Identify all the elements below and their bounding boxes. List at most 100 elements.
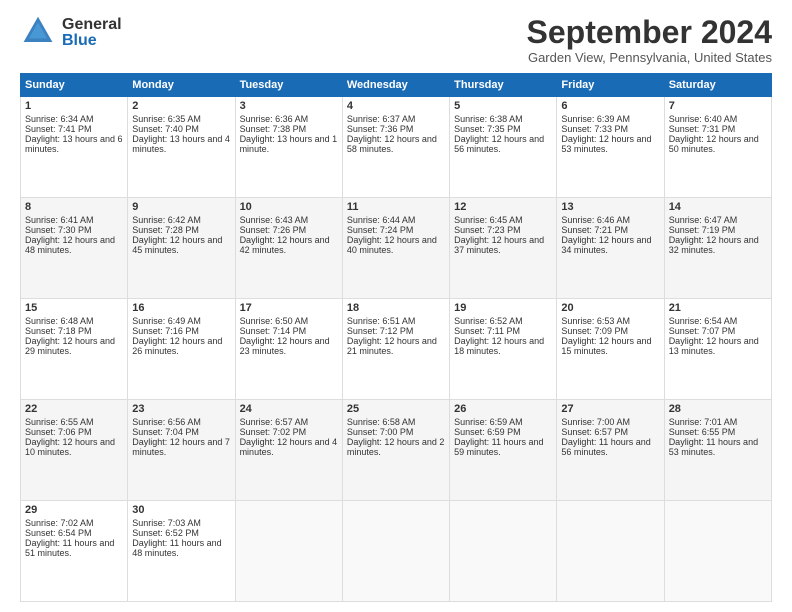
sunrise: Sunrise: 6:38 AM xyxy=(454,114,523,124)
daylight: Daylight: 12 hours and 56 minutes. xyxy=(454,134,544,154)
sunset: Sunset: 7:40 PM xyxy=(132,124,199,134)
sunrise: Sunrise: 6:56 AM xyxy=(132,417,201,427)
col-sunday: Sunday xyxy=(21,74,128,97)
daylight: Daylight: 12 hours and 48 minutes. xyxy=(25,235,115,255)
day-number: 11 xyxy=(347,201,445,213)
daylight: Daylight: 12 hours and 53 minutes. xyxy=(561,134,651,154)
sunset: Sunset: 7:36 PM xyxy=(347,124,414,134)
sunset: Sunset: 6:54 PM xyxy=(25,528,92,538)
day-number: 13 xyxy=(561,201,659,213)
logo-icon xyxy=(20,15,56,51)
sunset: Sunset: 7:26 PM xyxy=(240,225,307,235)
table-row: 14Sunrise: 6:47 AMSunset: 7:19 PMDayligh… xyxy=(664,198,771,299)
sunrise: Sunrise: 7:03 AM xyxy=(132,518,201,528)
table-row: 30Sunrise: 7:03 AMSunset: 6:52 PMDayligh… xyxy=(128,501,235,602)
sunset: Sunset: 7:04 PM xyxy=(132,427,199,437)
calendar-week-row: 8Sunrise: 6:41 AMSunset: 7:30 PMDaylight… xyxy=(21,198,772,299)
sunset: Sunset: 7:23 PM xyxy=(454,225,521,235)
table-row: 3Sunrise: 6:36 AMSunset: 7:38 PMDaylight… xyxy=(235,97,342,198)
sunset: Sunset: 7:18 PM xyxy=(25,326,92,336)
table-row: 25Sunrise: 6:58 AMSunset: 7:00 PMDayligh… xyxy=(342,400,449,501)
col-monday: Monday xyxy=(128,74,235,97)
col-thursday: Thursday xyxy=(450,74,557,97)
col-saturday: Saturday xyxy=(664,74,771,97)
sunset: Sunset: 7:41 PM xyxy=(25,124,92,134)
daylight: Daylight: 12 hours and 37 minutes. xyxy=(454,235,544,255)
logo-text: General Blue xyxy=(62,17,122,49)
daylight: Daylight: 12 hours and 26 minutes. xyxy=(132,336,222,356)
sunrise: Sunrise: 6:43 AM xyxy=(240,215,309,225)
sunrise: Sunrise: 6:34 AM xyxy=(25,114,94,124)
table-row: 10Sunrise: 6:43 AMSunset: 7:26 PMDayligh… xyxy=(235,198,342,299)
table-row: 17Sunrise: 6:50 AMSunset: 7:14 PMDayligh… xyxy=(235,299,342,400)
day-number: 8 xyxy=(25,201,123,213)
daylight: Daylight: 12 hours and 15 minutes. xyxy=(561,336,651,356)
daylight: Daylight: 12 hours and 7 minutes. xyxy=(132,437,230,457)
sunset: Sunset: 7:38 PM xyxy=(240,124,307,134)
sunrise: Sunrise: 6:49 AM xyxy=(132,316,201,326)
daylight: Daylight: 11 hours and 51 minutes. xyxy=(25,538,114,558)
day-number: 19 xyxy=(454,302,552,314)
table-row: 27Sunrise: 7:00 AMSunset: 6:57 PMDayligh… xyxy=(557,400,664,501)
calendar-week-row: 22Sunrise: 6:55 AMSunset: 7:06 PMDayligh… xyxy=(21,400,772,501)
sunset: Sunset: 7:16 PM xyxy=(132,326,199,336)
col-friday: Friday xyxy=(557,74,664,97)
sunset: Sunset: 7:06 PM xyxy=(25,427,92,437)
daylight: Daylight: 11 hours and 56 minutes. xyxy=(561,437,650,457)
table-row: 6Sunrise: 6:39 AMSunset: 7:33 PMDaylight… xyxy=(557,97,664,198)
sunrise: Sunrise: 6:48 AM xyxy=(25,316,94,326)
daylight: Daylight: 11 hours and 48 minutes. xyxy=(132,538,221,558)
sunrise: Sunrise: 6:52 AM xyxy=(454,316,523,326)
table-row: 23Sunrise: 6:56 AMSunset: 7:04 PMDayligh… xyxy=(128,400,235,501)
sunset: Sunset: 7:02 PM xyxy=(240,427,307,437)
daylight: Daylight: 12 hours and 4 minutes. xyxy=(240,437,338,457)
sunset: Sunset: 7:11 PM xyxy=(454,326,520,336)
sunset: Sunset: 7:14 PM xyxy=(240,326,307,336)
day-number: 12 xyxy=(454,201,552,213)
sunrise: Sunrise: 6:37 AM xyxy=(347,114,416,124)
sunset: Sunset: 6:59 PM xyxy=(454,427,521,437)
day-number: 10 xyxy=(240,201,338,213)
day-number: 15 xyxy=(25,302,123,314)
day-number: 20 xyxy=(561,302,659,314)
daylight: Daylight: 13 hours and 4 minutes. xyxy=(132,134,230,154)
daylight: Daylight: 11 hours and 53 minutes. xyxy=(669,437,758,457)
sunset: Sunset: 6:55 PM xyxy=(669,427,736,437)
daylight: Daylight: 12 hours and 29 minutes. xyxy=(25,336,115,356)
sunset: Sunset: 7:00 PM xyxy=(347,427,414,437)
title-block: September 2024 Garden View, Pennsylvania… xyxy=(527,15,772,65)
day-number: 6 xyxy=(561,100,659,112)
daylight: Daylight: 13 hours and 6 minutes. xyxy=(25,134,123,154)
sunset: Sunset: 7:24 PM xyxy=(347,225,414,235)
table-row: 26Sunrise: 6:59 AMSunset: 6:59 PMDayligh… xyxy=(450,400,557,501)
table-row: 12Sunrise: 6:45 AMSunset: 7:23 PMDayligh… xyxy=(450,198,557,299)
table-row: 1Sunrise: 6:34 AMSunset: 7:41 PMDaylight… xyxy=(21,97,128,198)
table-row: 7Sunrise: 6:40 AMSunset: 7:31 PMDaylight… xyxy=(664,97,771,198)
day-number: 26 xyxy=(454,403,552,415)
sunrise: Sunrise: 6:51 AM xyxy=(347,316,416,326)
day-number: 7 xyxy=(669,100,767,112)
sunrise: Sunrise: 7:00 AM xyxy=(561,417,630,427)
daylight: Daylight: 12 hours and 50 minutes. xyxy=(669,134,759,154)
daylight: Daylight: 12 hours and 32 minutes. xyxy=(669,235,759,255)
sunrise: Sunrise: 6:42 AM xyxy=(132,215,201,225)
sunset: Sunset: 7:28 PM xyxy=(132,225,199,235)
sunrise: Sunrise: 6:57 AM xyxy=(240,417,309,427)
sunset: Sunset: 7:21 PM xyxy=(561,225,628,235)
sunrise: Sunrise: 6:54 AM xyxy=(669,316,738,326)
table-row: 29Sunrise: 7:02 AMSunset: 6:54 PMDayligh… xyxy=(21,501,128,602)
table-row: 9Sunrise: 6:42 AMSunset: 7:28 PMDaylight… xyxy=(128,198,235,299)
sunset: Sunset: 7:35 PM xyxy=(454,124,521,134)
page: General Blue September 2024 Garden View,… xyxy=(0,0,792,612)
sunrise: Sunrise: 6:36 AM xyxy=(240,114,309,124)
daylight: Daylight: 12 hours and 18 minutes. xyxy=(454,336,544,356)
day-number: 29 xyxy=(25,504,123,516)
day-number: 9 xyxy=(132,201,230,213)
sunrise: Sunrise: 6:55 AM xyxy=(25,417,94,427)
table-row: 11Sunrise: 6:44 AMSunset: 7:24 PMDayligh… xyxy=(342,198,449,299)
location: Garden View, Pennsylvania, United States xyxy=(527,50,772,65)
day-number: 3 xyxy=(240,100,338,112)
sunrise: Sunrise: 6:40 AM xyxy=(669,114,738,124)
logo-general-text: General xyxy=(62,17,122,33)
day-number: 17 xyxy=(240,302,338,314)
